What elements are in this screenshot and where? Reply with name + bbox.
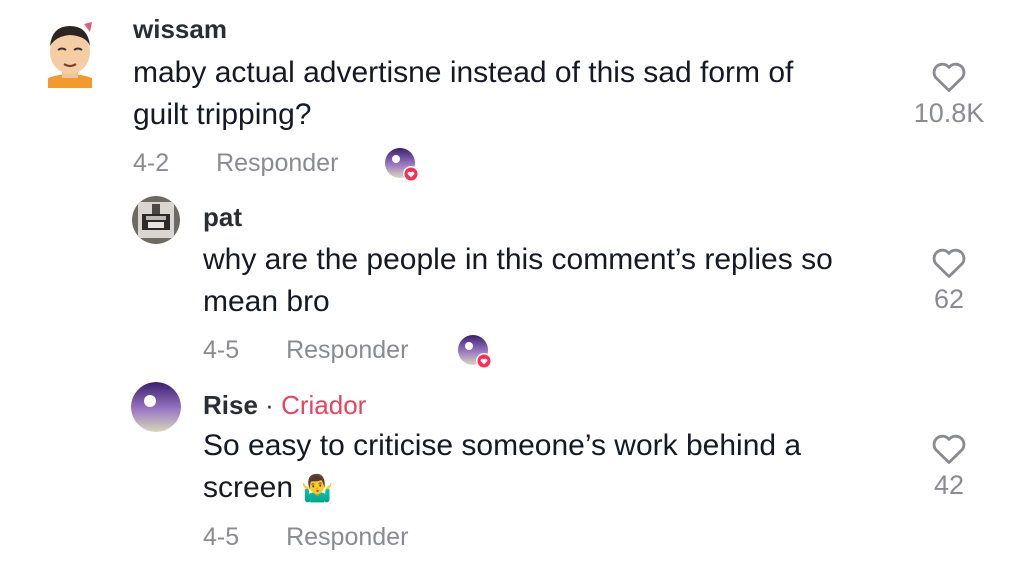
username-text: Rise — [203, 390, 258, 420]
comment-text: maby actual advertisne instead of this s… — [133, 52, 793, 136]
like-count: 10.8K — [913, 98, 985, 128]
comment-text-line: why are the people in this comment’s rep… — [203, 243, 833, 276]
comment-text-line: guilt tripping? — [133, 98, 312, 131]
comment-text-line: So easy to criticise someone’s work behi… — [203, 429, 802, 462]
comment-text-line: screen 🤷‍♂️ — [203, 467, 801, 509]
comment-text-word: screen — [203, 471, 294, 504]
like-button[interactable]: 10.8K — [904, 60, 994, 129]
comment-text: why are the people in this comment’s rep… — [203, 239, 833, 323]
avatar[interactable] — [132, 196, 180, 244]
comment-date: 4-2 — [133, 149, 170, 177]
heart-outline-icon[interactable] — [931, 432, 967, 466]
heart-outline-icon[interactable] — [931, 60, 967, 94]
separator-dot: · — [265, 390, 274, 420]
username[interactable]: Rise · Criador — [203, 390, 366, 421]
comment-text: So easy to criticise someone’s work behi… — [203, 425, 801, 509]
comment-meta: 4-5 Responder — [203, 336, 408, 365]
like-count: 62 — [933, 284, 965, 314]
reply-button[interactable]: Responder — [286, 523, 408, 551]
comment-meta: 4-5 Responder — [203, 523, 408, 552]
comment-meta: 4-2 Responder — [133, 149, 338, 178]
comment-text-line: maby actual advertisne instead of this s… — [133, 56, 794, 89]
comment-date: 4-5 — [203, 336, 240, 364]
avatar[interactable] — [40, 20, 100, 88]
comment-date: 4-5 — [203, 523, 240, 551]
like-button[interactable]: 42 — [904, 432, 994, 501]
avatar[interactable] — [131, 382, 181, 432]
comment-text-line: mean bro — [203, 285, 330, 318]
username[interactable]: pat — [203, 202, 242, 233]
creator-liked-avatar-icon — [384, 147, 419, 182]
reply-button[interactable]: Responder — [286, 336, 408, 364]
like-button[interactable]: 62 — [904, 246, 994, 315]
creator-badge: Criador — [281, 390, 367, 420]
creator-liked-avatar-icon — [457, 334, 492, 369]
reply-button[interactable]: Responder — [216, 149, 338, 177]
username[interactable]: wissam — [133, 14, 227, 45]
heart-outline-icon[interactable] — [931, 246, 967, 280]
like-count: 42 — [933, 470, 965, 500]
shrug-emoji: 🤷‍♂️ — [301, 473, 334, 503]
